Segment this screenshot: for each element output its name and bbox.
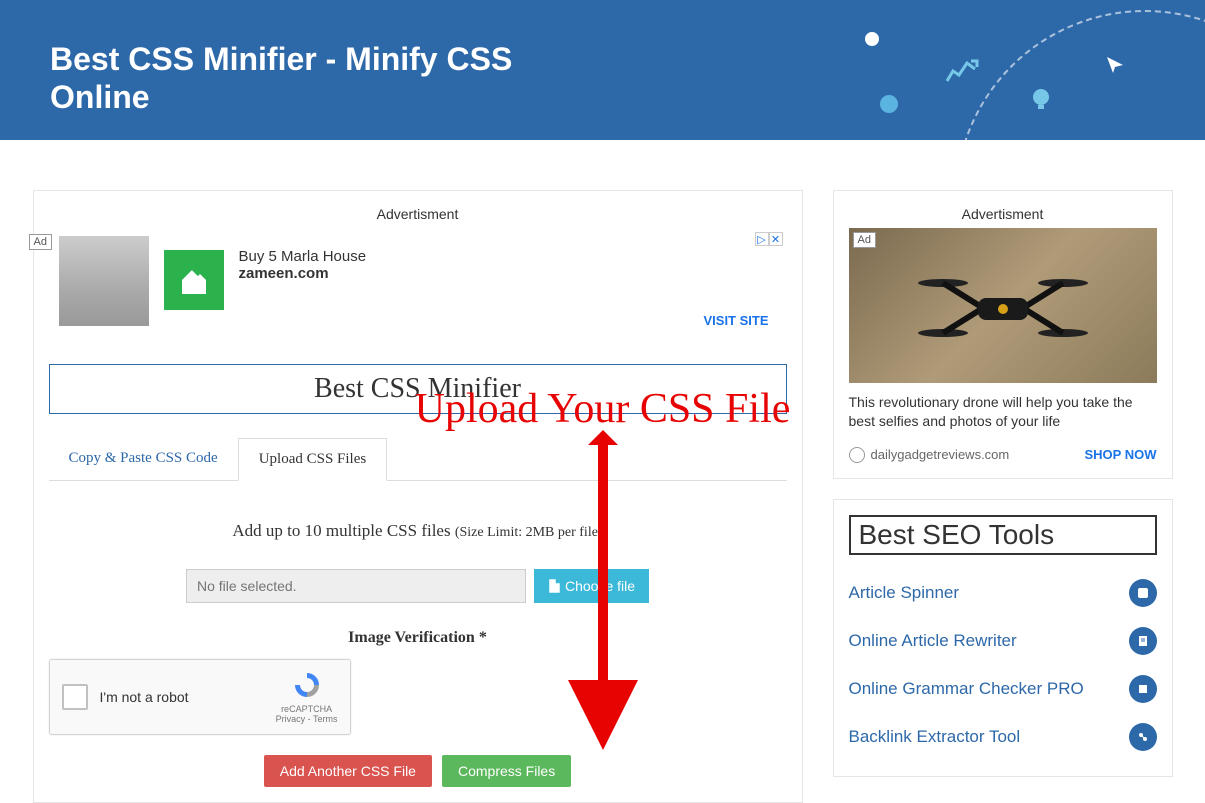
drone-icon <box>913 263 1093 353</box>
ad-source: dailygadgetreviews.com <box>849 447 1010 463</box>
ad-source-text: dailygadgetreviews.com <box>871 447 1010 462</box>
ad-domain: zameen.com <box>239 265 367 282</box>
ad-cta-link[interactable]: VISIT SITE <box>703 313 768 328</box>
tool-icon <box>1129 627 1157 655</box>
tool-icon <box>1129 579 1157 607</box>
ad-logo <box>164 250 224 310</box>
globe-icon <box>849 447 865 463</box>
recaptcha-icon <box>292 670 322 700</box>
list-item: Online Grammar Checker PRO <box>849 665 1157 713</box>
ad-thumbnail <box>59 236 149 326</box>
page-title: Best CSS Minifier - Minify CSS Online <box>50 40 550 117</box>
ad-image <box>849 228 1157 383</box>
ad-text: Buy 5 Marla House zameen.com <box>239 236 367 282</box>
upload-instr-main: Add up to 10 multiple CSS files <box>232 521 454 540</box>
header-decoration <box>805 0 1205 140</box>
advertisement-label: Advertisment <box>849 206 1157 222</box>
ad-banner-main[interactable]: Ad Buy 5 Marla House zameen.com VISIT SI… <box>49 228 787 334</box>
upload-instructions: Add up to 10 multiple CSS files (Size Li… <box>49 521 787 541</box>
seo-tools-list: Article Spinner Online Article Rewriter … <box>849 569 1157 761</box>
seo-link-article-spinner[interactable]: Article Spinner <box>849 583 960 603</box>
list-item: Online Article Rewriter <box>849 617 1157 665</box>
sidebar-column: Advertisment Ad ▷ ✕ <box>833 190 1173 803</box>
advertisement-label: Advertisment <box>49 206 787 222</box>
close-icon[interactable]: ✕ <box>769 232 783 246</box>
cursor-icon <box>1105 55 1125 75</box>
main-column: Advertisment Ad Buy 5 Marla House zameen… <box>33 190 803 803</box>
ad-cta-link[interactable]: SHOP NOW <box>1085 447 1157 462</box>
tool-heading: Best CSS Minifier <box>49 364 787 414</box>
ad-description: This revolutionary drone will help you t… <box>849 393 1157 431</box>
ad-banner-sidebar[interactable]: Ad ▷ ✕ <box>849 228 1157 463</box>
add-another-file-button[interactable]: Add Another CSS File <box>264 755 432 787</box>
tab-bar: Copy & Paste CSS Code Upload CSS Files <box>49 438 787 481</box>
seo-link-article-rewriter[interactable]: Online Article Rewriter <box>849 631 1017 651</box>
recaptcha-widget[interactable]: I'm not a robot reCAPTCHA Privacy - Term… <box>49 659 351 735</box>
tool-icon <box>1129 723 1157 751</box>
choose-file-button[interactable]: Choose file <box>534 569 649 603</box>
recaptcha-brand: reCAPTCHA <box>276 704 338 714</box>
tool-icon <box>1129 675 1157 703</box>
list-item: Article Spinner <box>849 569 1157 617</box>
seo-link-backlink-extractor[interactable]: Backlink Extractor Tool <box>849 727 1021 747</box>
lightbulb-icon <box>1030 85 1052 115</box>
seo-link-grammar-checker[interactable]: Online Grammar Checker PRO <box>849 679 1084 699</box>
chart-icon <box>945 55 979 83</box>
page-header: Best CSS Minifier - Minify CSS Online <box>0 0 1205 140</box>
ad-adchoices[interactable]: ▷ ✕ <box>755 232 783 246</box>
adchoices-icon[interactable]: ▷ <box>755 232 769 246</box>
seo-tools-card: Best SEO Tools Article Spinner Online Ar… <box>833 499 1173 777</box>
sidebar-ad-card: Advertisment Ad ▷ ✕ <box>833 190 1173 479</box>
ad-headline: Buy 5 Marla House <box>239 248 367 265</box>
recaptcha-legal[interactable]: Privacy - Terms <box>276 714 338 724</box>
ad-badge: Ad <box>853 232 876 248</box>
compress-files-button[interactable]: Compress Files <box>442 755 571 787</box>
file-icon <box>548 579 560 593</box>
tab-upload-files[interactable]: Upload CSS Files <box>238 438 388 481</box>
recaptcha-label: I'm not a robot <box>100 689 264 705</box>
verification-label: Image Verification * <box>49 629 787 647</box>
upload-panel: Add up to 10 multiple CSS files (Size Li… <box>49 481 787 647</box>
choose-file-label: Choose file <box>565 578 635 594</box>
upload-instr-note: (Size Limit: 2MB per file) <box>455 525 603 540</box>
ad-badge: Ad <box>29 234 52 250</box>
recaptcha-checkbox[interactable] <box>62 684 88 710</box>
file-input[interactable] <box>186 569 526 603</box>
seo-tools-heading: Best SEO Tools <box>849 515 1157 555</box>
list-item: Backlink Extractor Tool <box>849 713 1157 761</box>
tab-paste-code[interactable]: Copy & Paste CSS Code <box>49 438 238 480</box>
